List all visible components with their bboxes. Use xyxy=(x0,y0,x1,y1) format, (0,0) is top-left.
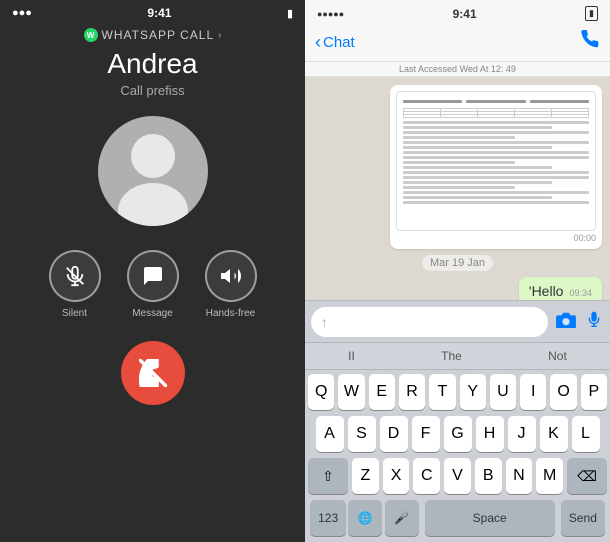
phone-button[interactable] xyxy=(580,29,600,55)
key-v[interactable]: V xyxy=(444,458,471,494)
right-time: 9:41 xyxy=(453,7,477,21)
caller-name: Andrea xyxy=(107,48,197,80)
key-l[interactable]: L xyxy=(572,416,600,452)
call-actions: Silent Message Hands-free xyxy=(49,250,257,319)
call-header: W WHATSAPP CALL › xyxy=(0,22,305,44)
document-preview xyxy=(396,91,596,231)
expand-icon: ↑ xyxy=(321,314,328,330)
document-timestamp: 00:00 xyxy=(396,233,596,243)
right-battery-icon: ▮ xyxy=(585,6,598,21)
chat-screen: ●●●●● 9:41 ▮ ‹ Chat Last Accessed Wed At… xyxy=(305,0,610,542)
left-status-bar: ●●● 9:41 ▮ xyxy=(0,0,305,22)
hello-text: 'Hello xyxy=(529,283,564,299)
message-button[interactable] xyxy=(127,250,179,302)
keyboard: Q W E R T Y U I O P A S D F G H J K L xyxy=(305,370,610,542)
key-r[interactable]: R xyxy=(399,374,425,410)
key-e[interactable]: E xyxy=(369,374,395,410)
keyboard-rows: Q W E R T Y U I O P A S D F G H J K L xyxy=(305,370,610,496)
key-globe[interactable]: 🌐 xyxy=(348,500,382,536)
call-status: Call prefiss xyxy=(120,83,184,98)
handsfree-action[interactable]: Hands-free xyxy=(205,250,257,319)
key-n[interactable]: N xyxy=(506,458,533,494)
key-y[interactable]: Y xyxy=(460,374,486,410)
chat-header: ‹ Chat xyxy=(305,23,610,62)
key-row-1: Q W E R T Y U I O P xyxy=(308,374,607,410)
handsfree-label: Hands-free xyxy=(206,308,255,319)
chat-messages: 00:00 Mar 19 Jan 'Hello 09:34 xyxy=(305,77,610,300)
keyboard-toolbar: II The Not xyxy=(305,342,610,370)
back-button[interactable]: ‹ Chat xyxy=(315,32,355,53)
mute-label: Silent xyxy=(62,308,87,319)
key-row-2: A S D F G H J K L xyxy=(308,416,607,452)
key-backspace[interactable]: ⌫ xyxy=(567,458,607,494)
left-signal-icon: ●●● xyxy=(12,7,32,19)
camera-button[interactable] xyxy=(553,308,579,335)
keyboard-bottom-bar: 123 🌐 🎤 Space Send xyxy=(305,496,610,542)
message-label: Message xyxy=(132,308,173,319)
date-divider: Mar 19 Jan xyxy=(422,255,493,271)
key-g[interactable]: G xyxy=(444,416,472,452)
mute-action[interactable]: Silent xyxy=(49,250,101,319)
key-k[interactable]: K xyxy=(540,416,568,452)
key-t[interactable]: T xyxy=(429,374,455,410)
mute-button[interactable] xyxy=(49,250,101,302)
message-input-area: ↑ xyxy=(305,300,610,342)
handsfree-button[interactable] xyxy=(205,250,257,302)
left-battery-icon: ▮ xyxy=(287,7,293,20)
decline-button[interactable] xyxy=(121,341,185,405)
last-accessed-bar: Last Accessed Wed At 12: 49 xyxy=(305,62,610,77)
key-space[interactable]: Space xyxy=(425,500,555,536)
key-c[interactable]: C xyxy=(413,458,440,494)
last-accessed-text: Last Accessed Wed At 12: 49 xyxy=(399,64,516,74)
key-p[interactable]: P xyxy=(581,374,607,410)
key-f[interactable]: F xyxy=(412,416,440,452)
key-b[interactable]: B xyxy=(475,458,502,494)
call-type-label: WHATSAPP CALL xyxy=(102,28,215,42)
message-input[interactable] xyxy=(332,314,538,330)
key-h[interactable]: H xyxy=(476,416,504,452)
back-label[interactable]: Chat xyxy=(323,34,355,51)
toolbar-item-3[interactable]: Not xyxy=(538,347,577,365)
back-chevron-icon: ‹ xyxy=(315,32,321,53)
mic-button[interactable] xyxy=(584,306,604,337)
text-input-wrap: ↑ xyxy=(311,307,548,337)
key-i[interactable]: I xyxy=(520,374,546,410)
key-x[interactable]: X xyxy=(383,458,410,494)
key-q[interactable]: Q xyxy=(308,374,334,410)
key-a[interactable]: A xyxy=(316,416,344,452)
right-signal-icon: ●●●●● xyxy=(317,9,344,19)
avatar-silhouette xyxy=(98,116,208,226)
right-status-bar: ●●●●● 9:41 ▮ xyxy=(305,0,610,23)
left-time: 9:41 xyxy=(147,6,171,20)
message-action[interactable]: Message xyxy=(127,250,179,319)
call-screen: ●●● 9:41 ▮ W WHATSAPP CALL › Andrea Call… xyxy=(0,0,305,542)
key-w[interactable]: W xyxy=(338,374,364,410)
key-m[interactable]: M xyxy=(536,458,563,494)
key-mic-bottom[interactable]: 🎤 xyxy=(385,500,419,536)
hello-timestamp: 09:34 xyxy=(569,288,592,298)
key-shift[interactable]: ⇧ xyxy=(308,458,348,494)
call-chevron-icon: › xyxy=(218,30,221,41)
whatsapp-icon: W xyxy=(84,28,98,42)
toolbar-item-2[interactable]: The xyxy=(431,347,472,365)
document-message: 00:00 xyxy=(390,85,602,249)
caller-avatar xyxy=(98,116,208,226)
key-123[interactable]: 123 xyxy=(310,500,346,536)
key-send[interactable]: Send xyxy=(561,500,605,536)
hello-message: 'Hello 09:34 xyxy=(519,277,602,300)
key-o[interactable]: O xyxy=(550,374,576,410)
key-j[interactable]: J xyxy=(508,416,536,452)
key-d[interactable]: D xyxy=(380,416,408,452)
key-z[interactable]: Z xyxy=(352,458,379,494)
key-u[interactable]: U xyxy=(490,374,516,410)
toolbar-item-1[interactable]: II xyxy=(338,347,365,365)
key-s[interactable]: S xyxy=(348,416,376,452)
key-row-3: ⇧ Z X C V B N M ⌫ xyxy=(308,458,607,494)
